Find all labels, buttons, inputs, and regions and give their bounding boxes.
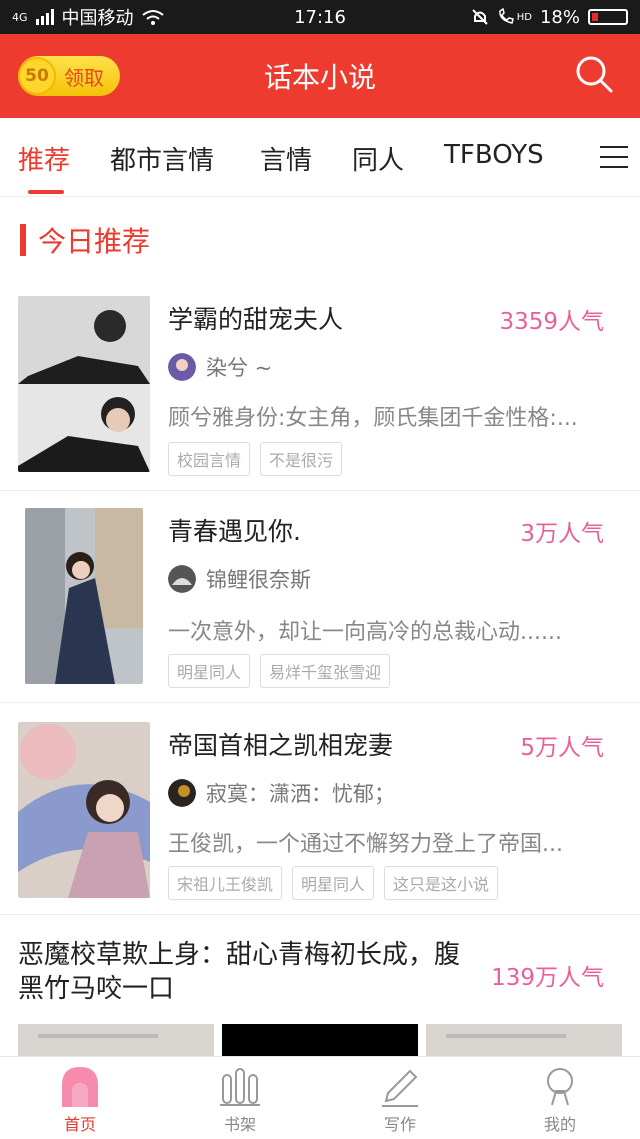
book-cover[interactable] (18, 722, 150, 898)
author-name: 寂寞：潇洒：忧郁； (206, 782, 395, 806)
nav-profile[interactable]: 我的 (480, 1057, 640, 1139)
tag[interactable]: 明星同人 (292, 866, 375, 900)
tag[interactable]: 不是很污 (260, 442, 343, 476)
hd-label: HD (516, 11, 532, 23)
nav-label: 书架 (223, 1115, 256, 1134)
battery-icon (588, 9, 628, 25)
app-title: 话本小说 (263, 61, 376, 94)
search-icon[interactable] (574, 54, 614, 94)
tag[interactable]: 易烊千玺张雪迎 (260, 654, 391, 688)
featured-book-title[interactable]: 恶魔校草欺上身：甜心青梅初长成，腹黑竹马咬一口 (18, 938, 468, 1006)
author-row[interactable]: 染兮 ~ (168, 352, 272, 382)
book-cover[interactable] (25, 508, 143, 684)
nav-label: 我的 (543, 1115, 576, 1134)
tag[interactable]: 这只是这小说 (384, 866, 499, 900)
popularity-count: 3万人气 (520, 521, 604, 547)
tag-list: 明星同人 易烊千玺张雪迎 (168, 654, 391, 688)
tab-recommend[interactable]: 推荐 (18, 140, 70, 177)
network-type: 4G (12, 10, 28, 24)
nav-label: 写作 (383, 1115, 416, 1134)
section-accent-bar (20, 224, 26, 256)
book-item[interactable]: 青春遇见你. 3万人气 锦鲤很奈斯 一次意外，却让一向高冷的总裁心动......… (0, 490, 640, 703)
author-name: 锦鲤很奈斯 (206, 568, 311, 592)
app-header: 50 领取 话本小说 (0, 34, 640, 118)
book-item[interactable]: 帝国首相之凯相宠妻 5万人气 寂寞：潇洒：忧郁； 王俊凯，一个通过不懈努力登上了… (0, 702, 640, 915)
tag-list: 宋祖儿王俊凯 明星同人 这只是这小说 (168, 866, 499, 900)
book-title[interactable]: 帝国首相之凯相宠妻 (168, 726, 393, 762)
menu-icon (600, 146, 628, 148)
tag-list: 校园言情 不是很污 (168, 442, 343, 476)
wifi-icon (141, 10, 164, 25)
nav-bookshelf[interactable]: 书架 (160, 1057, 320, 1139)
tag[interactable]: 宋祖儿王俊凯 (168, 866, 283, 900)
tab-tfboys[interactable]: TFBOYS (444, 140, 544, 170)
bottom-nav: 首页 书架 写作 我的 (0, 1056, 640, 1139)
tab-fanfic[interactable]: 同人 (352, 140, 404, 177)
nav-write[interactable]: 写作 (320, 1057, 480, 1139)
author-row[interactable]: 寂寞：潇洒：忧郁； (168, 778, 395, 808)
tab-romance[interactable]: 言情 (260, 140, 312, 177)
pen-icon (382, 1069, 418, 1107)
tab-urban-romance[interactable]: 都市言情 (110, 140, 214, 177)
nav-label: 首页 (63, 1115, 96, 1134)
active-tab-indicator (28, 190, 64, 194)
tag[interactable]: 校园言情 (168, 442, 251, 476)
author-avatar (168, 779, 196, 807)
section-header: 今日推荐 (20, 220, 150, 260)
signal-icon (35, 9, 54, 25)
category-tabs: 推荐 都市言情 言情 同人 TFBOYS 批 (0, 118, 640, 197)
hd-call-icon (498, 8, 514, 24)
profile-icon (547, 1068, 573, 1106)
book-description: 一次意外，却让一向高冷的总裁心动...... (168, 620, 562, 645)
featured-popularity: 139万人气 (491, 965, 604, 991)
tabs-menu-button[interactable] (582, 118, 640, 196)
bookshelf-icon (220, 1068, 260, 1106)
popularity-count: 5万人气 (520, 735, 604, 761)
book-title[interactable]: 青春遇见你. (168, 512, 301, 548)
mute-bell-icon (472, 9, 488, 25)
status-bar: 4G 中国移动 17:16 HD 18% (0, 0, 640, 34)
book-description: 顾兮雅身份:女主角，顾氏集团千金性格:... (168, 406, 578, 431)
section-title: 今日推荐 (38, 225, 151, 258)
author-avatar (168, 565, 196, 593)
tag[interactable]: 明星同人 (168, 654, 251, 688)
book-description: 王俊凯，一个通过不懈努力登上了帝国... (168, 832, 563, 857)
author-row[interactable]: 锦鲤很奈斯 (168, 564, 311, 594)
popularity-count: 3359人气 (499, 309, 604, 335)
nav-home[interactable]: 首页 (0, 1057, 160, 1139)
home-icon (62, 1067, 98, 1107)
book-title[interactable]: 学霸的甜宠夫人 (168, 300, 343, 336)
book-cover[interactable] (18, 296, 150, 472)
book-item[interactable]: 学霸的甜宠夫人 3359人气 染兮 ~ 顾兮雅身份:女主角，顾氏集团千金性格:.… (0, 282, 640, 491)
author-avatar (168, 353, 196, 381)
carrier-name: 中国移动 (61, 8, 134, 29)
author-name: 染兮 ~ (206, 356, 273, 380)
battery-percent: 18% (539, 6, 580, 28)
